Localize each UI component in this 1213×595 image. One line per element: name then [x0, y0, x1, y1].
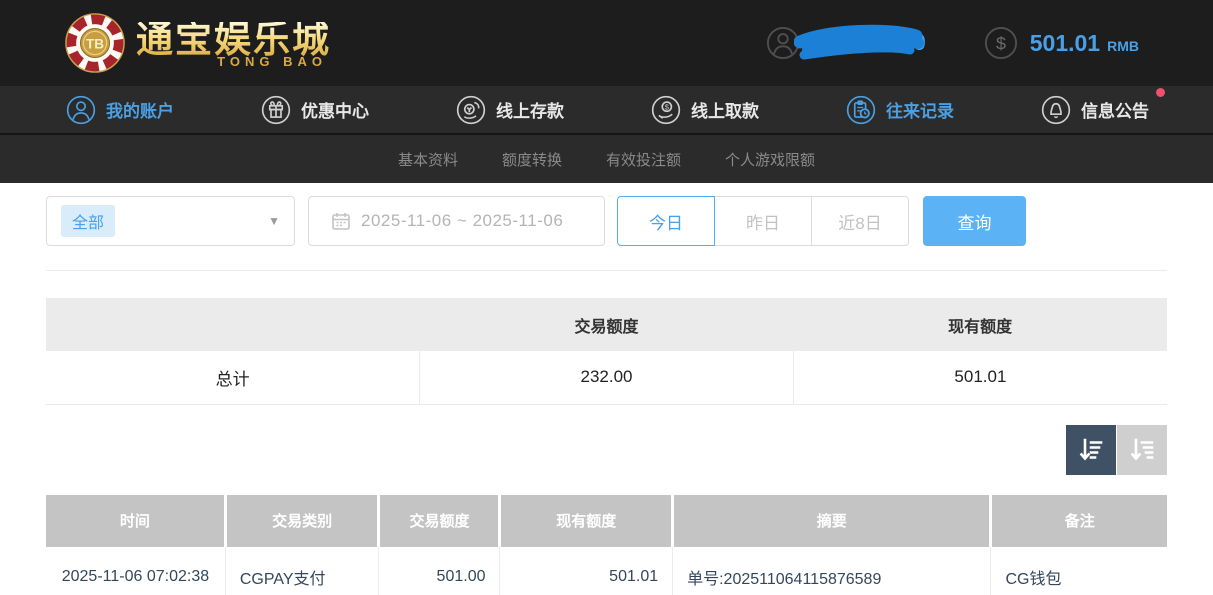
records-header-remark: 备注 [991, 495, 1167, 547]
records-header-summary: 摘要 [673, 495, 991, 547]
summary-total-amount: 232.00 [420, 351, 794, 404]
gift-icon [261, 95, 291, 125]
sort-ascending-button[interactable] [1117, 425, 1167, 475]
summary-header-balance: 现有额度 [793, 298, 1167, 351]
brand-logo[interactable]: TB 通宝娱乐城 TONG BAO [64, 12, 331, 74]
chevron-down-icon: ▼ [268, 214, 280, 228]
transaction-records-table: 时间 交易类别 交易额度 现有额度 摘要 备注 2025-11-06 07:02… [46, 495, 1167, 595]
record-amount: 501.00 [379, 547, 500, 595]
last-8-days-button[interactable]: 近8日 [811, 196, 909, 246]
deposit-icon [456, 95, 486, 125]
records-header-amount: 交易额度 [379, 495, 500, 547]
svg-text:TB: TB [86, 36, 104, 51]
top-header: TB 通宝娱乐城 TONG BAO 0 [0, 0, 1213, 86]
nav-label: 往来记录 [886, 97, 954, 122]
nav-item-my-account[interactable]: 我的账户 [66, 95, 174, 125]
summary-header-amount: 交易额度 [420, 298, 794, 351]
nav-label: 优惠中心 [301, 97, 369, 122]
balance-amount: 501.01 [1030, 30, 1100, 57]
subnav-item-personal-game-limit[interactable]: 个人游戏限额 [725, 149, 815, 170]
nav-label: 我的账户 [106, 97, 174, 122]
summary-total-balance: 501.01 [793, 351, 1167, 404]
summary-table: 交易额度 现有额度 总计 232.00 501.01 [46, 298, 1167, 405]
calendar-icon [331, 211, 351, 231]
subnav-item-basic-info[interactable]: 基本资料 [398, 149, 458, 170]
table-row: 2025-11-06 07:02:38 CGPAY支付 501.00 501.0… [46, 547, 1167, 595]
username-redacted: 0 [794, 21, 926, 65]
record-balance: 501.01 [500, 547, 673, 595]
nav-item-online-withdrawal[interactable]: $ 线上取款 [651, 95, 759, 125]
records-header-time: 时间 [46, 495, 225, 547]
summary-total-row: 总计 232.00 501.01 [46, 351, 1167, 404]
sub-nav: 基本资料 额度转换 有效投注额 个人游戏限额 [0, 135, 1213, 183]
nav-item-transaction-records[interactable]: 往来记录 [846, 95, 954, 125]
record-summary: 单号:202511064115876589 [673, 547, 991, 595]
selected-type-chip: 全部 [61, 205, 115, 237]
yesterday-button[interactable]: 昨日 [714, 196, 812, 246]
date-range-value: 2025-11-06 ~ 2025-11-06 [361, 211, 563, 231]
main-content: 全部 ▼ 2025-11-06 ~ 2025-11-06 今日 昨日 近8日 查… [0, 196, 1213, 595]
withdraw-icon: $ [651, 95, 681, 125]
today-button[interactable]: 今日 [617, 196, 715, 246]
summary-header-empty [46, 298, 420, 351]
brand-name: 通宝娱乐城 TONG BAO [136, 22, 331, 68]
nav-label: 线上存款 [496, 97, 564, 122]
records-header-row: 时间 交易类别 交易额度 现有额度 摘要 备注 [46, 495, 1167, 547]
nav-label: 信息公告 [1081, 97, 1149, 122]
date-range-input[interactable]: 2025-11-06 ~ 2025-11-06 [308, 196, 605, 246]
balance-display[interactable]: $ 501.01 RMB [984, 26, 1139, 60]
sort-controls [46, 425, 1167, 475]
nav-item-online-deposit[interactable]: 线上存款 [456, 95, 564, 125]
poker-chip-logo-icon: TB [64, 12, 126, 74]
logged-in-user[interactable]: 0 [766, 21, 926, 65]
sort-ascending-icon [1128, 436, 1156, 464]
bell-icon [1041, 95, 1071, 125]
summary-total-label: 总计 [46, 351, 420, 404]
nav-item-promotions[interactable]: 优惠中心 [261, 95, 369, 125]
records-header-type: 交易类别 [225, 495, 379, 547]
user-icon [66, 95, 96, 125]
nav-item-announcements[interactable]: 信息公告 [1041, 95, 1149, 125]
quick-date-button-group: 今日 昨日 近8日 [617, 196, 909, 246]
nav-label: 线上取款 [691, 97, 759, 122]
svg-text:$: $ [996, 34, 1006, 54]
summary-header-row: 交易额度 现有额度 [46, 298, 1167, 351]
records-icon [846, 95, 876, 125]
records-header-balance: 现有额度 [500, 495, 673, 547]
balance-currency: RMB [1107, 38, 1139, 54]
sort-descending-button[interactable] [1066, 425, 1116, 475]
record-remark: CG钱包 [991, 547, 1167, 595]
section-divider [46, 270, 1167, 271]
record-type: CGPAY支付 [225, 547, 379, 595]
search-button[interactable]: 查询 [923, 196, 1026, 246]
record-time: 2025-11-06 07:02:38 [46, 547, 225, 595]
notification-dot [1156, 88, 1165, 97]
main-nav: 我的账户 优惠中心 线上存款 $ 线上取款 [0, 86, 1213, 135]
sort-descending-icon [1077, 436, 1105, 464]
filter-row: 全部 ▼ 2025-11-06 ~ 2025-11-06 今日 昨日 近8日 查… [46, 196, 1167, 246]
redaction-scribble [794, 21, 926, 65]
subnav-item-quota-transfer[interactable]: 额度转换 [502, 149, 562, 170]
dollar-coin-icon: $ [984, 26, 1018, 60]
subnav-item-valid-bets[interactable]: 有效投注额 [606, 149, 681, 170]
transaction-type-select[interactable]: 全部 ▼ [46, 196, 295, 246]
